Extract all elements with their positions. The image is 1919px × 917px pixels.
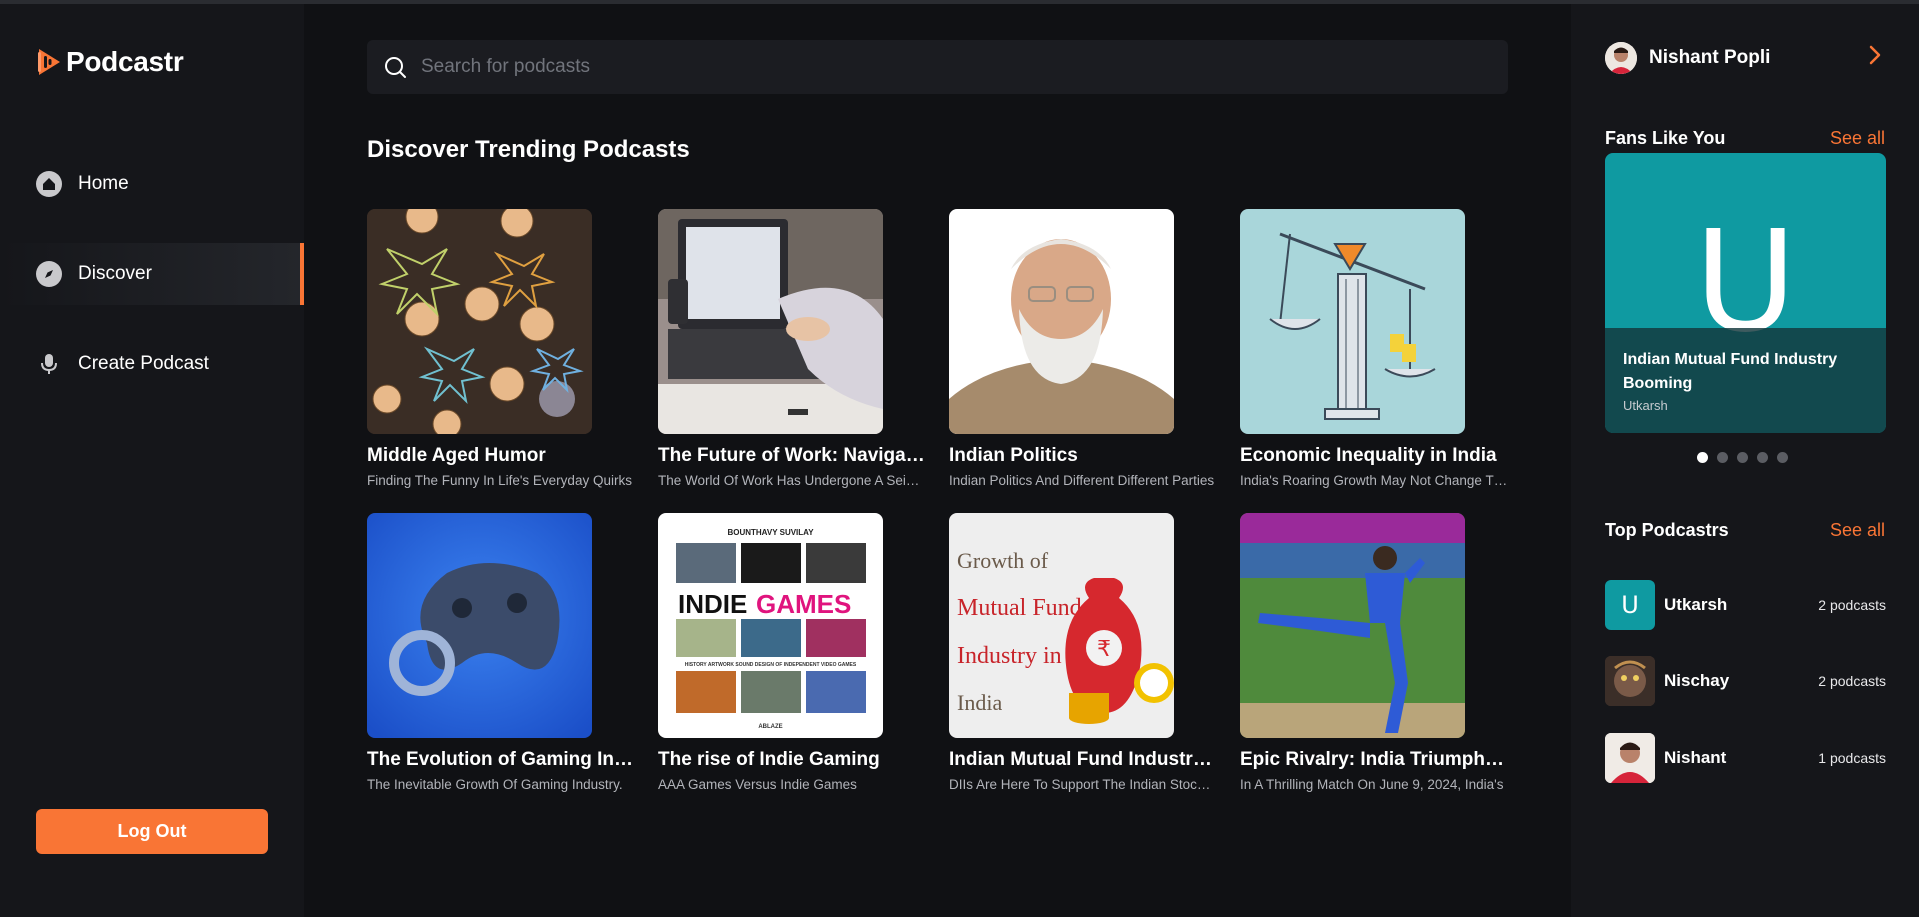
podcast-card[interactable]: BOUNTHAVY SUVILAY INDIE GAMES HISTORY AR… <box>658 513 928 792</box>
fan-card-title: Indian Mutual Fund Industry Booming <box>1623 351 1838 392</box>
fan-card-overlay: Indian Mutual Fund Industry Booming Utka… <box>1605 328 1886 433</box>
podcast-description: DIIs Are Here To Support The Indian Stoc… <box>949 777 1217 792</box>
podcast-title: Indian Mutual Fund Industry Booming <box>949 749 1217 770</box>
podcast-title: The Evolution of Gaming Industry <box>367 749 635 770</box>
podcast-thumbnail <box>949 209 1174 434</box>
nav-home[interactable]: Home <box>0 153 304 215</box>
avatar <box>1605 42 1637 74</box>
home-icon <box>36 171 62 197</box>
logout-button[interactable]: Log Out <box>36 809 268 854</box>
podcast-title: Epic Rivalry: India Triumphs Over <box>1240 749 1508 770</box>
section-title: Discover Trending Podcasts <box>367 136 690 163</box>
right-sidebar: Nishant Popli Fans Like You See all U In… <box>1571 4 1919 917</box>
carousel-dot[interactable] <box>1757 452 1768 463</box>
podcast-title: The rise of Indie Gaming <box>658 749 880 770</box>
nav-create-label: Create Podcast <box>78 353 209 374</box>
indie-subtitle: HISTORY ARTWORK SOUND DESIGN OF INDEPEND… <box>685 662 857 668</box>
podcast-description: The Inevitable Growth Of Gaming Industry… <box>367 777 623 792</box>
fan-carousel-card[interactable]: U Indian Mutual Fund Industry Booming Ut… <box>1605 153 1886 433</box>
podcastr-name: Nischay <box>1664 671 1730 690</box>
podcastr-row[interactable]: Nischay 2 podcasts <box>1605 656 1886 706</box>
podcast-thumbnail: BOUNTHAVY SUVILAY INDIE GAMES HISTORY AR… <box>658 513 883 738</box>
left-sidebar: Podcastr Home Discover Create Podcast Lo… <box>0 4 304 917</box>
mf-line2: Mutual Fund <box>957 595 1082 621</box>
podcastr-row[interactable]: Nishant 1 podcasts <box>1605 733 1886 783</box>
podcast-title: The Future of Work: Navigating <box>658 445 926 466</box>
chevron-right-icon[interactable] <box>1867 44 1883 73</box>
carousel-dot[interactable] <box>1717 452 1728 463</box>
podcastr-count: 2 podcasts <box>1818 597 1886 613</box>
podcast-thumbnail <box>367 513 592 738</box>
podcast-card[interactable]: Growth of Mutual Fund Industry in India … <box>949 513 1219 792</box>
app-logo[interactable]: Podcastr <box>36 46 184 78</box>
search-bar[interactable] <box>367 40 1508 94</box>
podcastr-row[interactable]: U Utkarsh 2 podcasts <box>1605 580 1886 630</box>
indie-title-b: GAMES <box>756 589 851 619</box>
podcast-thumbnail <box>367 209 592 434</box>
podcast-description: The World Of Work Has Undergone A Seismi… <box>658 473 926 488</box>
nav-home-label: Home <box>78 173 129 194</box>
mf-line3: Industry in <box>957 643 1062 669</box>
podcastr-count: 1 podcasts <box>1818 750 1886 766</box>
podcast-thumbnail <box>1240 209 1465 434</box>
carousel-dot[interactable] <box>1777 452 1788 463</box>
podcast-title: Middle Aged Humor <box>367 445 546 466</box>
podcast-title: Economic Inequality in India <box>1240 445 1497 466</box>
podcastr-count: 2 podcasts <box>1818 673 1886 689</box>
podcast-thumbnail: Growth of Mutual Fund Industry in India … <box>949 513 1174 738</box>
podcast-thumbnail <box>1240 513 1465 738</box>
indie-title-a: INDIE <box>678 589 747 619</box>
fans-see-all-link[interactable]: See all <box>1830 128 1885 149</box>
podcast-description: AAA Games Versus Indie Games <box>658 777 857 792</box>
indie-author: BOUNTHAVY SUVILAY <box>727 528 814 537</box>
nav-discover-label: Discover <box>78 263 152 284</box>
mf-line1: Growth of <box>957 548 1049 573</box>
podcastr-logo-icon <box>38 49 60 75</box>
avatar-letter: U <box>1621 591 1639 619</box>
avatar: U <box>1605 580 1655 630</box>
fans-heading: Fans Like You <box>1605 128 1726 148</box>
search-icon <box>385 57 406 78</box>
mf-line4: India <box>957 690 1002 715</box>
nav-create-podcast[interactable]: Create Podcast <box>0 333 304 395</box>
compass-icon <box>36 261 62 287</box>
podcast-card[interactable]: The Evolution of Gaming Industry The Ine… <box>367 513 637 792</box>
podcast-card[interactable]: The Future of Work: Navigating The World… <box>658 209 928 488</box>
user-profile[interactable]: Nishant Popli <box>1605 42 1770 74</box>
top-podcastrs-see-all-link[interactable]: See all <box>1830 520 1885 541</box>
nav-discover[interactable]: Discover <box>0 243 304 305</box>
podcast-description: India's Roaring Growth May Not Change Th… <box>1240 473 1508 488</box>
podcast-thumbnail <box>658 209 883 434</box>
podcast-card[interactable]: Economic Inequality in India India's Roa… <box>1240 209 1510 488</box>
podcast-card[interactable]: Epic Rivalry: India Triumphs Over In A T… <box>1240 513 1510 792</box>
avatar <box>1605 733 1655 783</box>
podcast-title: Indian Politics <box>949 445 1078 466</box>
podcastr-name: Utkarsh <box>1664 595 1728 614</box>
mf-bag-symbol: ₹ <box>1097 637 1111 662</box>
podcast-card[interactable]: Indian Politics Indian Politics And Diff… <box>949 209 1219 488</box>
microphone-icon <box>36 351 62 377</box>
podcast-description: In A Thrilling Match On June 9, 2024, In… <box>1240 777 1504 792</box>
podcast-description: Finding The Funny In Life's Everyday Qui… <box>367 473 632 488</box>
indie-publisher: ABLAZE <box>758 724 782 730</box>
podcastr-name: Nishant <box>1664 748 1727 767</box>
carousel-dot[interactable] <box>1697 452 1708 463</box>
fan-card-author: Utkarsh <box>1623 398 1668 413</box>
search-input[interactable] <box>421 56 1471 78</box>
avatar <box>1605 656 1655 706</box>
app-name: Podcastr <box>66 46 184 77</box>
carousel-dot[interactable] <box>1737 452 1748 463</box>
user-name: Nishant Popli <box>1649 47 1771 68</box>
podcast-card[interactable]: Middle Aged Humor Finding The Funny In L… <box>367 209 637 488</box>
podcast-description: Indian Politics And Different Different … <box>949 473 1215 488</box>
carousel-dots <box>1697 452 1788 463</box>
top-podcastrs-heading: Top Podcastrs <box>1605 520 1729 540</box>
